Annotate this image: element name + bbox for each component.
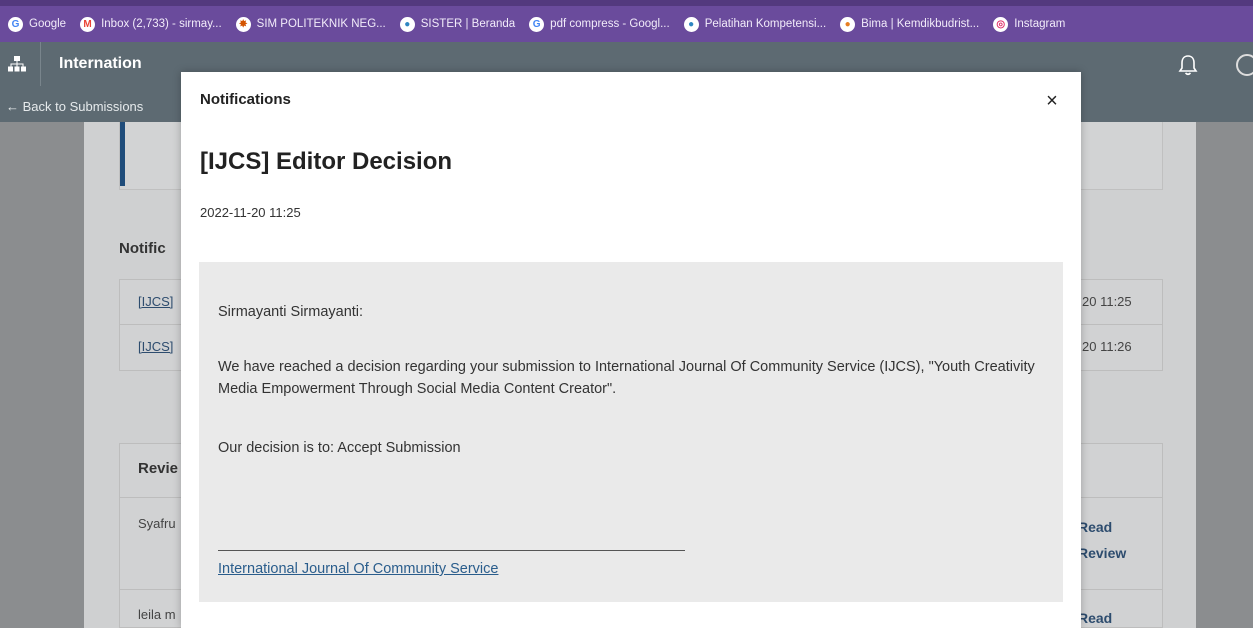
notification-time: 20 11:26 [1082,339,1132,354]
journal-signature-link[interactable]: International Journal Of Community Servi… [218,561,498,577]
bookmark-label: pdf compress - Googl... [550,18,670,30]
notification-modal: Notifications × [IJCS] Editor Decision 2… [181,72,1081,628]
decision-text: Our decision is to: Accept Submission [218,440,461,456]
read-review-link[interactable]: Read [1078,605,1138,628]
decision-paragraph: We have reached a decision regarding you… [218,359,1035,397]
journal-title[interactable]: Internation [59,55,142,73]
bookmark-label: SIM POLITEKNIK NEG... [256,18,386,30]
bookmark-item[interactable]: ✸ SIM POLITEKNIK NEG... [235,16,386,32]
bookmark-label: SISTER | Beranda [420,18,516,30]
accent-bar [120,122,125,186]
gmail-icon: M [80,16,96,32]
greeting-text: Sirmayanti Sirmayanti: [218,304,364,320]
sister-icon: ● [399,16,415,32]
instagram-icon: ◎ [993,16,1009,32]
bell-icon[interactable] [1178,54,1198,76]
kemdikbud-icon: ● [683,16,699,32]
notification-date: 2022-11-20 11:25 [200,205,301,220]
user-avatar[interactable] [1236,54,1253,76]
bookmark-item[interactable]: ● Pelatihan Kompetensi... [683,16,827,32]
bookmark-label: Bima | Kemdikbudrist... [861,18,980,30]
notification-body: Sirmayanti Sirmayanti: We have reached a… [199,262,1063,602]
bookmark-label: Google [29,18,67,30]
politeknik-icon: ✸ [235,16,251,32]
sitemap-icon[interactable] [8,55,26,73]
read-review-link[interactable]: Read Review [1078,514,1138,566]
bookmark-item[interactable]: Gpdf compress - Googl... [529,16,670,32]
google-icon: G [529,16,545,32]
reviewer-name: Syafru [138,516,176,531]
bookmark-label: Pelatihan Kompetensi... [704,18,827,30]
notification-time: 20 11:25 [1082,294,1132,309]
bookmarks-bar: G Google M Inbox (2,733) - sirmay... ✸ SIM PO… [0,0,1253,42]
notification-link[interactable]: [IJCS] [138,339,173,354]
notification-link[interactable]: [IJCS] [138,294,173,309]
modal-header: Notifications × [181,72,1081,128]
bima-icon: ● [840,16,856,32]
bookmark-item[interactable]: G Google [8,16,67,32]
reviewer-name: leila m [138,607,176,622]
bookmark-item[interactable]: ● Bima | Kemdikbudrist... [840,16,980,32]
bookmark-item[interactable]: ◎ Instagram [993,16,1066,32]
bookmark-item[interactable]: M Inbox (2,733) - sirmay... [80,16,222,32]
reviews-heading: Revie [138,460,179,477]
notifications-section-heading: Notific [119,240,166,257]
modal-title: Notifications [200,91,291,108]
back-to-submissions-link[interactable]: ← Back to Submissions [6,99,143,114]
bookmark-item[interactable]: ● SISTER | Beranda [399,16,516,32]
bookmark-label: Instagram [1014,18,1066,30]
notification-subject: [IJCS] Editor Decision [200,148,453,175]
bookmark-label: Inbox (2,733) - sirmay... [101,18,222,30]
google-icon: G [8,16,23,32]
header-divider [40,42,41,86]
close-icon[interactable]: × [1041,90,1063,112]
signature-divider [218,550,685,551]
